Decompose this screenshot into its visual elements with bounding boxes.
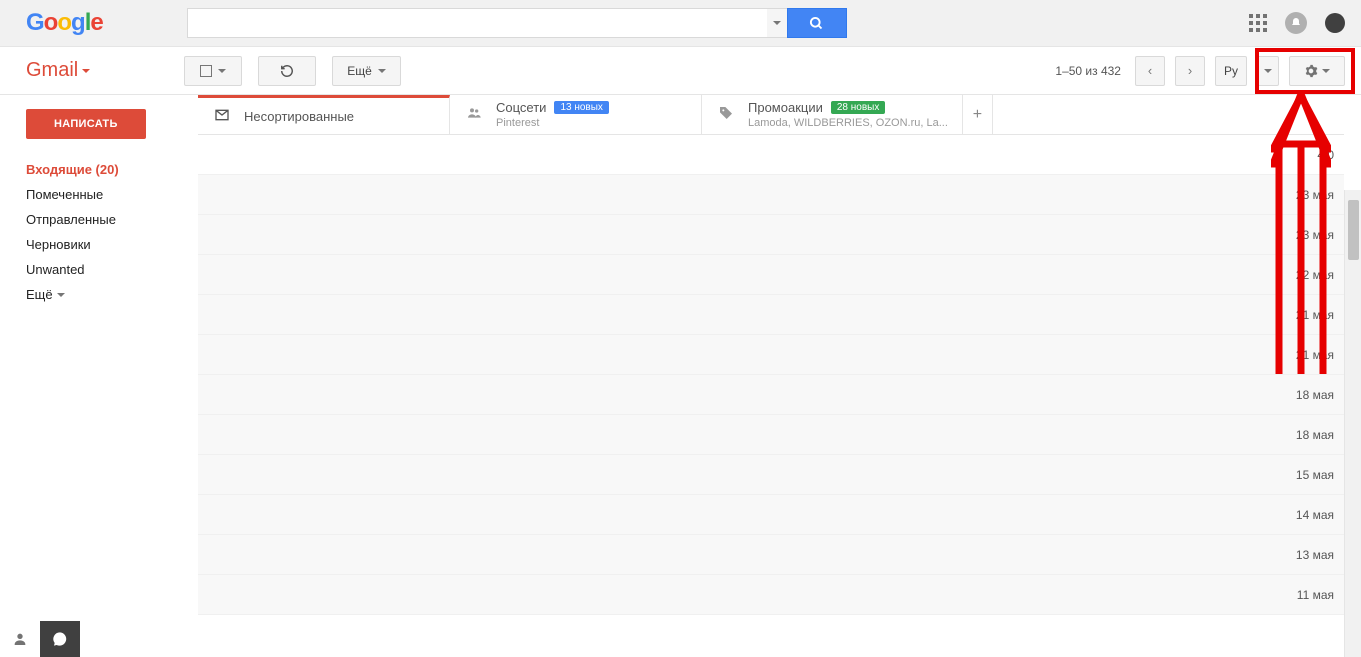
- mail-date: 18 мая: [1296, 428, 1334, 442]
- action-toolbar: Gmail Ещё 1–50 из 432 ‹ › Ру: [0, 47, 1361, 95]
- mail-date: 22 мая: [1296, 268, 1334, 282]
- sidebar-item[interactable]: Ещё: [26, 282, 198, 307]
- mail-row[interactable]: 18 мая: [198, 375, 1344, 415]
- person-icon: [12, 631, 28, 647]
- refresh-icon: [280, 64, 294, 78]
- prev-page-button[interactable]: ‹: [1135, 56, 1165, 86]
- mail-row[interactable]: 21 мая: [198, 335, 1344, 375]
- caret-down-icon: [1322, 69, 1330, 73]
- apps-icon[interactable]: [1249, 14, 1267, 32]
- tab-people[interactable]: Соцсети 13 новых Pinterest: [450, 95, 702, 134]
- mail-date: 18 мая: [1296, 388, 1334, 402]
- mail-row[interactable]: 15 мая: [198, 455, 1344, 495]
- add-tab-button[interactable]: +: [963, 95, 993, 134]
- toolbar-right: 1–50 из 432 ‹ › Ру: [1055, 56, 1345, 86]
- mail-date: 21 мая: [1296, 348, 1334, 362]
- bell-icon: [1290, 17, 1302, 29]
- input-language-dropdown[interactable]: [1257, 56, 1279, 86]
- mail-row[interactable]: 22 мая: [198, 255, 1344, 295]
- mail-list: 4:0 23 мая 23 мая 22 мая 21 мая 21 мая 18 мая 1…: [198, 135, 1344, 615]
- select-all-button[interactable]: [184, 56, 242, 86]
- tab-title: Промоакции: [748, 100, 823, 115]
- mail-row[interactable]: 23 мая: [198, 215, 1344, 255]
- chevron-left-icon: ‹: [1148, 63, 1152, 78]
- sidebar-item[interactable]: Отправленные: [26, 207, 198, 232]
- people-icon: [464, 105, 484, 124]
- chevron-right-icon: ›: [1188, 63, 1192, 78]
- tab-title: Несортированные: [244, 109, 354, 124]
- tab-title: Соцсети: [496, 100, 546, 115]
- tab-subtitle: Lamoda, WILDBERRIES, OZON.ru, La...: [748, 117, 948, 129]
- mail-date: 21 мая: [1296, 308, 1334, 322]
- mail-date: 14 мая: [1296, 508, 1334, 522]
- mail-date: 15 мая: [1296, 468, 1334, 482]
- vertical-scrollbar[interactable]: [1344, 190, 1361, 657]
- search-icon: [809, 16, 824, 31]
- gmail-logo[interactable]: Gmail: [26, 59, 90, 82]
- content-area: Несортированные Соцсети 13 новых Pinterest П…: [198, 95, 1361, 657]
- next-page-button[interactable]: ›: [1175, 56, 1205, 86]
- tab-inbox[interactable]: Несортированные: [198, 95, 450, 134]
- bottom-icons: [0, 621, 80, 657]
- mail-row[interactable]: 23 мая: [198, 175, 1344, 215]
- notifications-icon[interactable]: [1285, 12, 1307, 34]
- topbar-right: [1249, 12, 1345, 34]
- mail-date: 23 мая: [1296, 188, 1334, 202]
- search-form: [187, 8, 847, 38]
- caret-down-icon: [218, 69, 226, 73]
- settings-button[interactable]: [1289, 56, 1345, 86]
- mail-row[interactable]: 11 мая: [198, 575, 1344, 615]
- mail-row[interactable]: 4:0: [198, 135, 1344, 175]
- input-language-button[interactable]: Ру: [1215, 56, 1247, 86]
- sidebar-item[interactable]: Входящие (20): [26, 157, 198, 182]
- more-button[interactable]: Ещё: [332, 56, 401, 86]
- gear-icon: [1304, 64, 1318, 78]
- search-button[interactable]: [787, 8, 847, 38]
- google-logo[interactable]: Google: [26, 9, 103, 37]
- main-area: НАПИСАТЬ Входящие (20)ПомеченныеОтправле…: [0, 95, 1361, 657]
- mail-row[interactable]: 13 мая: [198, 535, 1344, 575]
- hangouts-icon: [52, 631, 68, 647]
- contacts-button[interactable]: [0, 621, 40, 657]
- checkbox-icon: [200, 65, 212, 77]
- sidebar-item[interactable]: Unwanted: [26, 257, 198, 282]
- caret-down-icon: [1264, 69, 1272, 73]
- sidebar-item[interactable]: Помеченные: [26, 182, 198, 207]
- refresh-button[interactable]: [258, 56, 316, 86]
- mail-row[interactable]: 18 мая: [198, 415, 1344, 455]
- caret-down-icon: [57, 293, 65, 297]
- category-tabs: Несортированные Соцсети 13 новых Pinterest П…: [198, 95, 1344, 135]
- compose-button[interactable]: НАПИСАТЬ: [26, 109, 146, 139]
- pagination-text: 1–50 из 432: [1055, 64, 1121, 78]
- tag-icon: [716, 105, 736, 124]
- search-input[interactable]: [187, 8, 767, 38]
- scrollbar-thumb[interactable]: [1348, 200, 1359, 260]
- mail-row[interactable]: 14 мая: [198, 495, 1344, 535]
- caret-down-icon: [378, 69, 386, 73]
- sidebar: НАПИСАТЬ Входящие (20)ПомеченныеОтправле…: [0, 95, 198, 657]
- mail-date: 13 мая: [1296, 548, 1334, 562]
- sidebar-item[interactable]: Черновики: [26, 232, 198, 257]
- tab-badge: 28 новых: [831, 101, 886, 114]
- tab-subtitle: Pinterest: [496, 117, 609, 129]
- tab-badge: 13 новых: [554, 101, 609, 114]
- mail-date: 23 мая: [1296, 228, 1334, 242]
- mail-date: 4:0: [1317, 148, 1334, 162]
- tab-tag[interactable]: Промоакции 28 новых Lamoda, WILDBERRIES, O…: [702, 95, 963, 134]
- mail-row[interactable]: 21 мая: [198, 295, 1344, 335]
- sidebar-list: Входящие (20)ПомеченныеОтправленныеЧерно…: [26, 157, 198, 307]
- account-avatar[interactable]: [1325, 13, 1345, 33]
- hangouts-button[interactable]: [40, 621, 80, 657]
- caret-down-icon: [773, 21, 781, 25]
- search-options-dropdown[interactable]: [767, 8, 787, 38]
- toolbar-buttons: Ещё: [184, 56, 401, 86]
- top-bar: Google: [0, 0, 1361, 47]
- mail-date: 11 мая: [1297, 588, 1334, 602]
- inbox-icon: [212, 107, 232, 126]
